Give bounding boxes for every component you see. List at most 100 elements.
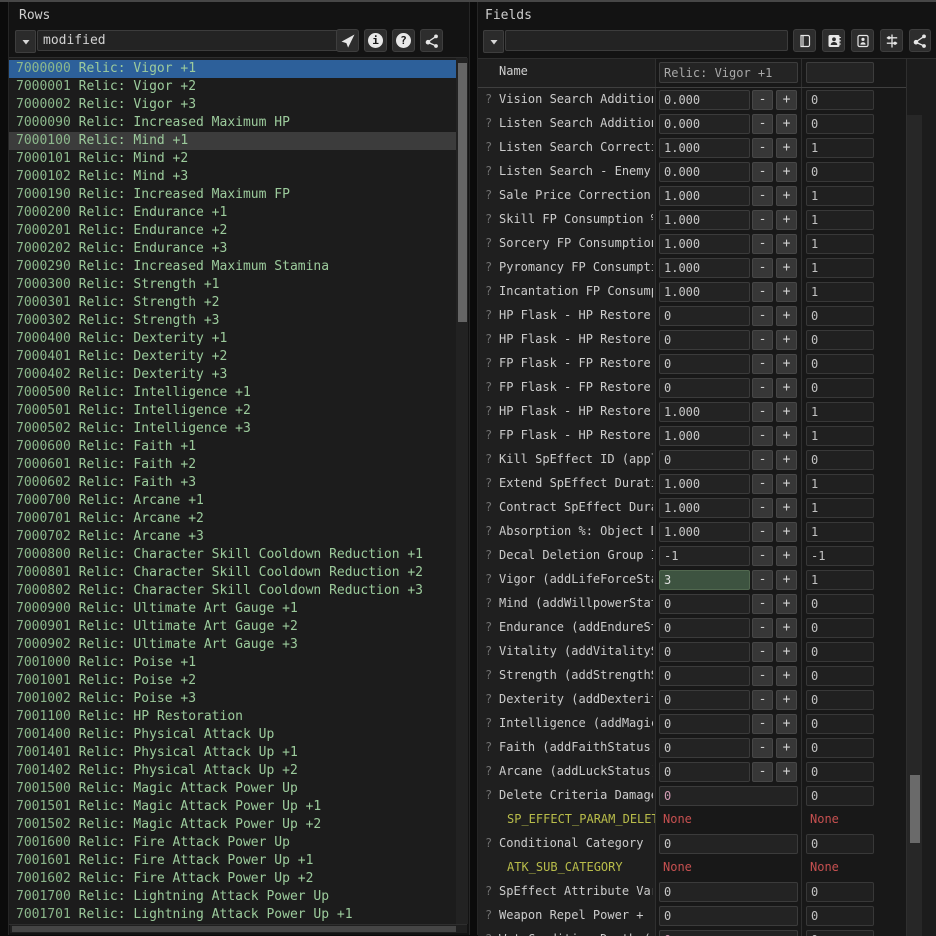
list-item[interactable]: 7001502 Relic: Magic Attack Power Up +2	[9, 816, 467, 834]
list-item[interactable]: 7001002 Relic: Poise +3	[9, 690, 467, 708]
rows-search-input[interactable]	[37, 30, 340, 51]
increment-button[interactable]: +	[776, 90, 797, 110]
list-item[interactable]: 7000802 Relic: Character Skill Cooldown …	[9, 582, 467, 600]
field-value-input[interactable]: 0.000	[659, 114, 750, 134]
field-help-icon[interactable]: ?	[485, 92, 492, 106]
increment-button[interactable]: +	[776, 714, 797, 734]
field-value-input[interactable]: 0	[659, 834, 798, 854]
rows-search-mode-dropdown[interactable]	[15, 30, 36, 53]
decrement-button[interactable]: -	[752, 258, 773, 278]
rows-vertical-scrollbar-thumb[interactable]	[458, 63, 467, 322]
list-item[interactable]: 7000501 Relic: Intelligence +2	[9, 402, 467, 420]
decrement-button[interactable]: -	[752, 738, 773, 758]
field-help-icon[interactable]: ?	[485, 932, 492, 936]
field-help-icon[interactable]: ?	[485, 692, 492, 706]
field-help-icon[interactable]: ?	[485, 308, 492, 322]
field-value-input[interactable]: 0	[659, 786, 798, 806]
list-item[interactable]: 7000800 Relic: Character Skill Cooldown …	[9, 546, 467, 564]
goto-selected-row-button[interactable]	[336, 29, 359, 52]
decrement-button[interactable]: -	[752, 426, 773, 446]
increment-button[interactable]: +	[776, 354, 797, 374]
rows-flow-button[interactable]	[420, 29, 443, 52]
field-aux-input[interactable]: 0	[806, 114, 874, 134]
increment-button[interactable]: +	[776, 690, 797, 710]
fields-search-mode-dropdown[interactable]	[483, 30, 504, 53]
decrement-button[interactable]: -	[752, 642, 773, 662]
field-aux-input[interactable]: 0	[806, 162, 874, 182]
increment-button[interactable]: +	[776, 162, 797, 182]
decrement-button[interactable]: -	[752, 114, 773, 134]
field-filter-button[interactable]	[880, 29, 903, 52]
field-help-icon[interactable]: ?	[485, 452, 492, 466]
list-item[interactable]: 7000101 Relic: Mind +2	[9, 150, 467, 168]
field-value-input[interactable]: 0	[659, 762, 750, 782]
field-value-input[interactable]: 0	[659, 450, 750, 470]
list-item[interactable]: 7000302 Relic: Strength +3	[9, 312, 467, 330]
decrement-button[interactable]: -	[752, 522, 773, 542]
field-value-input[interactable]: 0	[659, 330, 750, 350]
decrement-button[interactable]: -	[752, 594, 773, 614]
list-item[interactable]: 7000600 Relic: Faith +1	[9, 438, 467, 456]
list-item[interactable]: 7000900 Relic: Ultimate Art Gauge +1	[9, 600, 467, 618]
increment-button[interactable]: +	[776, 330, 797, 350]
list-item[interactable]: 7000602 Relic: Faith +3	[9, 474, 467, 492]
decrement-button[interactable]: -	[752, 186, 773, 206]
field-aux-input[interactable]: 1	[806, 474, 874, 494]
field-aux-input[interactable]: 0	[806, 378, 874, 398]
decrement-button[interactable]: -	[752, 690, 773, 710]
list-item[interactable]: 7000002 Relic: Vigor +3	[9, 96, 467, 114]
field-aux-input[interactable]: 1	[806, 210, 874, 230]
field-help-icon[interactable]: ?	[485, 164, 492, 178]
field-aux-input[interactable]: 0	[806, 354, 874, 374]
field-aux-input[interactable]: 0	[806, 306, 874, 326]
field-value-input[interactable]: 3	[659, 570, 750, 590]
list-item[interactable]: 7000700 Relic: Arcane +1	[9, 492, 467, 510]
field-help-icon[interactable]: ?	[485, 380, 492, 394]
field-aux-input[interactable]: 0	[806, 450, 874, 470]
list-item[interactable]: 7000400 Relic: Dexterity +1	[9, 330, 467, 348]
increment-button[interactable]: +	[776, 570, 797, 590]
rows-horizontal-scrollbar[interactable]	[10, 925, 467, 933]
field-value-input[interactable]: 0	[659, 690, 750, 710]
decrement-button[interactable]: -	[752, 234, 773, 254]
list-item[interactable]: 7001402 Relic: Physical Attack Up +2	[9, 762, 467, 780]
field-aux-input[interactable]: 1	[806, 282, 874, 302]
field-aux-input[interactable]: 0	[806, 690, 874, 710]
field-value-input[interactable]: 0	[659, 618, 750, 638]
list-item[interactable]: 7001500 Relic: Magic Attack Power Up	[9, 780, 467, 798]
list-item[interactable]: 7001001 Relic: Poise +2	[9, 672, 467, 690]
field-value-input[interactable]: 1.000	[659, 498, 750, 518]
field-help-icon[interactable]: ?	[485, 716, 492, 730]
field-help-icon[interactable]: ?	[485, 644, 492, 658]
list-item[interactable]: 7000202 Relic: Endurance +3	[9, 240, 467, 258]
rows-help-button[interactable]: ?	[392, 29, 415, 52]
list-item[interactable]: 7001000 Relic: Poise +1	[9, 654, 467, 672]
list-item[interactable]: 7001401 Relic: Physical Attack Up +1	[9, 744, 467, 762]
decrement-button[interactable]: -	[752, 546, 773, 566]
decrement-button[interactable]: -	[752, 474, 773, 494]
field-help-icon[interactable]: ?	[485, 788, 492, 802]
field-value-input[interactable]: 1.000	[659, 282, 750, 302]
field-aux-input[interactable]: 0	[806, 930, 874, 936]
list-item[interactable]: 7000401 Relic: Dexterity +2	[9, 348, 467, 366]
field-value-input[interactable]: 1.000	[659, 522, 750, 542]
field-value-input[interactable]: 1.000	[659, 402, 750, 422]
field-help-icon[interactable]: ?	[485, 236, 492, 250]
field-aux-input[interactable]: 0	[806, 90, 874, 110]
list-item[interactable]: 7001600 Relic: Fire Attack Power Up	[9, 834, 467, 852]
field-help-icon[interactable]: ?	[485, 332, 492, 346]
list-item[interactable]: 7000901 Relic: Ultimate Art Gauge +2	[9, 618, 467, 636]
increment-button[interactable]: +	[776, 402, 797, 422]
field-aux-input[interactable]: 1	[806, 186, 874, 206]
increment-button[interactable]: +	[776, 450, 797, 470]
field-value-input[interactable]: 0	[659, 666, 750, 686]
field-help-icon[interactable]: ?	[485, 260, 492, 274]
increment-button[interactable]: +	[776, 762, 797, 782]
list-item[interactable]: 7000500 Relic: Intelligence +1	[9, 384, 467, 402]
aux-column-header-input[interactable]	[806, 62, 874, 83]
list-item[interactable]: 7001100 Relic: HP Restoration	[9, 708, 467, 726]
decrement-button[interactable]: -	[752, 498, 773, 518]
field-help-icon[interactable]: ?	[485, 140, 492, 154]
decrement-button[interactable]: -	[752, 330, 773, 350]
list-item[interactable]: 7000902 Relic: Ultimate Art Gauge +3	[9, 636, 467, 654]
